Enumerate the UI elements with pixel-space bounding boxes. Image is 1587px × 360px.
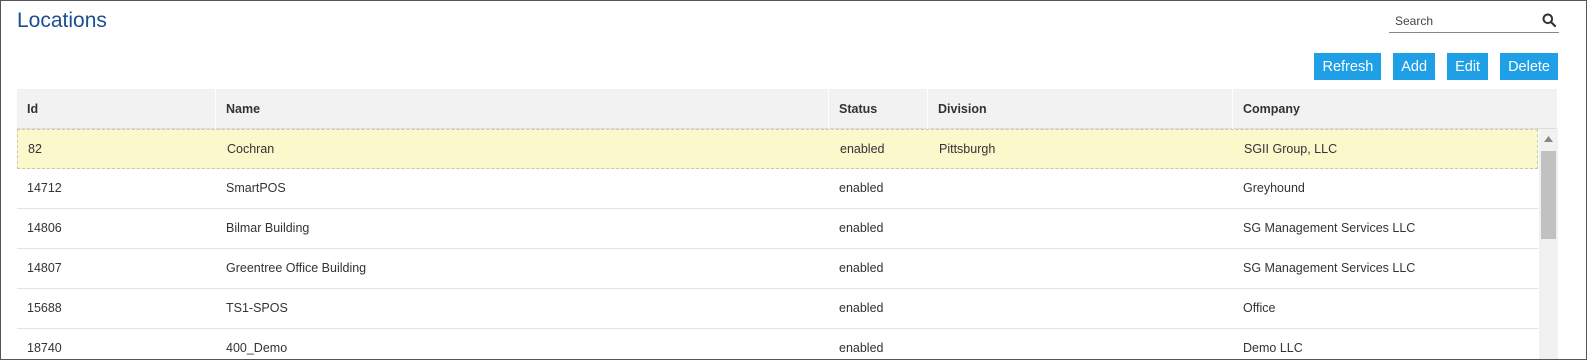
- column-header-division[interactable]: Division: [928, 89, 1233, 129]
- cell-status: enabled: [840, 142, 885, 156]
- delete-button[interactable]: Delete: [1500, 53, 1558, 80]
- cell-name: 400_Demo: [226, 341, 288, 355]
- cell-division: [928, 249, 938, 288]
- cell-division: [928, 289, 938, 328]
- cell-id: 14807: [27, 261, 62, 275]
- cell-name: Cochran: [227, 142, 275, 156]
- vertical-scrollbar[interactable]: [1539, 129, 1558, 359]
- search-input[interactable]: [1395, 12, 1535, 30]
- table-row[interactable]: 14807 Greentree Office Building enabled …: [17, 249, 1538, 289]
- cell-division: Pittsburgh: [939, 142, 996, 156]
- cell-status: enabled: [839, 301, 884, 315]
- search-box[interactable]: [1389, 9, 1559, 33]
- cell-id: 18740: [27, 341, 62, 355]
- cell-id: 15688: [27, 301, 62, 315]
- cell-status: enabled: [839, 341, 884, 355]
- cell-name: SmartPOS: [226, 181, 286, 195]
- table-row[interactable]: 14712 SmartPOS enabled Greyhound: [17, 169, 1538, 209]
- cell-division: [928, 329, 938, 359]
- cell-name: Greentree Office Building: [226, 261, 367, 275]
- cell-status: enabled: [839, 181, 884, 195]
- add-button[interactable]: Add: [1393, 53, 1436, 80]
- toolbar: Refresh Add Edit Delete: [1314, 53, 1558, 80]
- cell-company: SG Management Services LLC: [1243, 261, 1416, 275]
- cell-status: enabled: [839, 261, 884, 275]
- column-header-company[interactable]: Company: [1233, 89, 1558, 129]
- column-header-status[interactable]: Status: [829, 89, 928, 129]
- table-row[interactable]: 82 Cochran enabled Pittsburgh SGII Group…: [17, 129, 1538, 169]
- cell-company: SGII Group, LLC: [1244, 142, 1338, 156]
- page-title: Locations: [17, 9, 107, 32]
- search-icon[interactable]: [1542, 13, 1557, 28]
- column-header-id[interactable]: Id: [17, 89, 216, 129]
- table-row[interactable]: 14806 Bilmar Building enabled SG Managem…: [17, 209, 1538, 249]
- scrollbar-thumb[interactable]: [1541, 151, 1556, 239]
- cell-name: TS1-SPOS: [226, 301, 288, 315]
- cell-division: [928, 169, 938, 208]
- grid-header: Id Name Status Division Company: [17, 89, 1558, 129]
- locations-grid: Id Name Status Division Company 82 Cochr…: [17, 89, 1558, 359]
- cell-company: Greyhound: [1243, 181, 1305, 195]
- cell-name: Bilmar Building: [226, 221, 310, 235]
- scroll-up-arrow-icon[interactable]: [1539, 129, 1558, 149]
- grid-body: 82 Cochran enabled Pittsburgh SGII Group…: [17, 129, 1538, 359]
- table-row[interactable]: 18740 400_Demo enabled Demo LLC: [17, 329, 1538, 359]
- cell-status: enabled: [839, 221, 884, 235]
- cell-id: 14806: [27, 221, 62, 235]
- table-row[interactable]: 15688 TS1-SPOS enabled Office: [17, 289, 1538, 329]
- app-window: Locations Refresh Add Edit Delete Id Nam…: [0, 0, 1587, 360]
- cell-company: Demo LLC: [1243, 341, 1303, 355]
- refresh-button[interactable]: Refresh: [1314, 53, 1382, 80]
- cell-id: 82: [28, 142, 42, 156]
- cell-company: Office: [1243, 301, 1276, 315]
- cell-company: SG Management Services LLC: [1243, 221, 1416, 235]
- edit-button[interactable]: Edit: [1447, 53, 1489, 80]
- cell-division: [928, 209, 938, 248]
- column-header-name[interactable]: Name: [216, 89, 829, 129]
- cell-id: 14712: [27, 181, 62, 195]
